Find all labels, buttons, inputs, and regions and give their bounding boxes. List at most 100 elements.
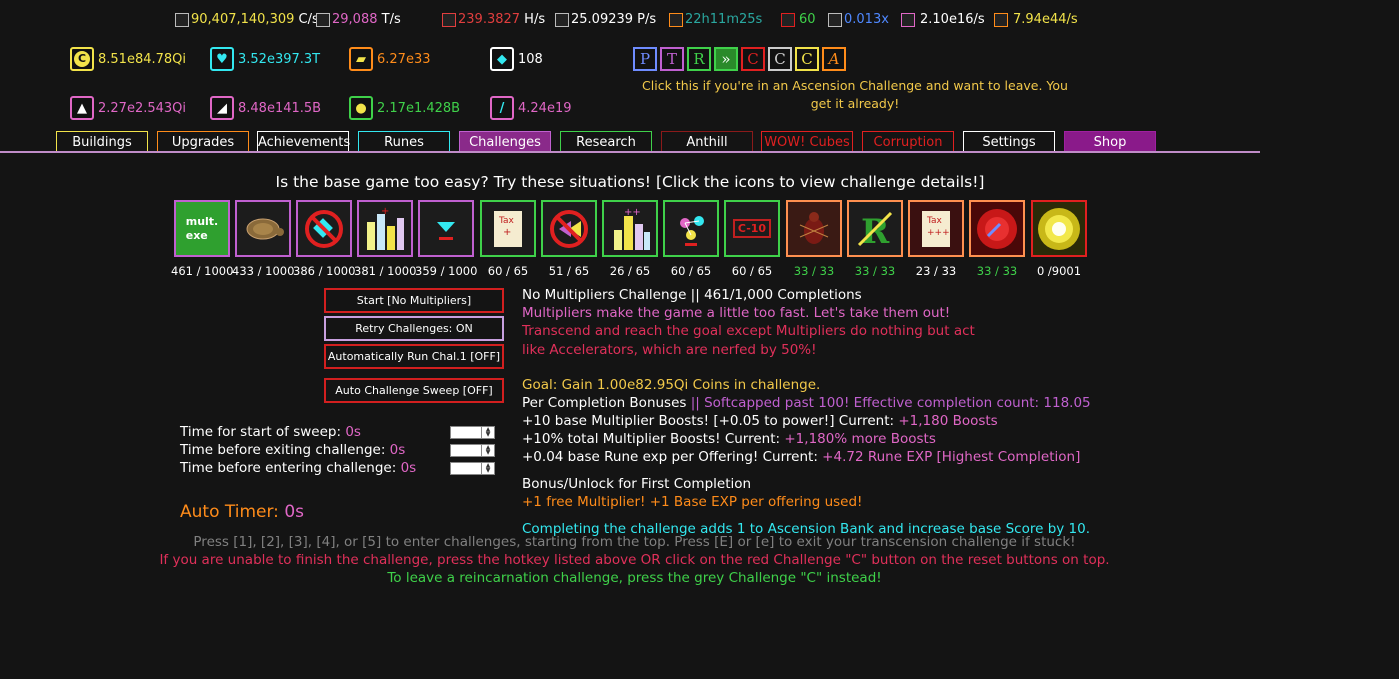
challenge-9-count: 60 / 65: [670, 264, 712, 278]
hypercube-rate-value: 239.3827: [458, 12, 521, 27]
challenge-2-button[interactable]: [235, 200, 291, 257]
start-challenge-button[interactable]: Start [No Multipliers]: [324, 288, 504, 313]
bonus-3-label: +0.04 base Rune exp per Offering! Curren…: [522, 449, 823, 465]
prestige-reset-button[interactable]: P: [633, 47, 657, 71]
particle-icon: ◆: [490, 47, 514, 71]
offering-icon: ▲: [70, 96, 94, 120]
city-plus-icon: ++: [614, 207, 650, 250]
ascension-shards-value: 2.17e1.428B: [377, 100, 461, 116]
bonus-2-label: +10% total Multiplier Boosts! Current:: [522, 431, 785, 447]
challenge-11-button[interactable]: [786, 200, 842, 257]
no-accelerator-icon: [550, 209, 588, 248]
obtainium-icon: ◢: [210, 96, 234, 120]
tab-runes[interactable]: Runes: [358, 131, 450, 151]
tab-buildings[interactable]: Buildings: [56, 131, 148, 151]
coins: C 8.51e84.78Qi: [70, 47, 186, 71]
challenge-4-button[interactable]: +: [357, 200, 413, 257]
tab-divider: [0, 151, 1260, 153]
challenge-3-button[interactable]: [296, 200, 352, 257]
reincarnation-challenge-exit-button[interactable]: C: [768, 47, 792, 71]
challenge-6-count: 60 / 65: [487, 264, 529, 278]
offerings: ▲ 2.27e2.543Qi: [70, 96, 186, 120]
molecule-icon: [680, 215, 704, 246]
challenge-13-button[interactable]: Tax +++: [908, 200, 964, 257]
challenge-9-button[interactable]: [663, 200, 719, 257]
ascension-timer-icon: [669, 12, 683, 27]
transcend-challenge-exit-button[interactable]: C: [741, 47, 765, 71]
diamond-minus-icon: [437, 221, 455, 240]
spinner-icon[interactable]: ▲ ▼: [481, 463, 494, 474]
challenge-6-button[interactable]: Tax +: [480, 200, 536, 257]
tab-settings[interactable]: Settings: [963, 131, 1055, 151]
challenge-14-button[interactable]: [969, 200, 1025, 257]
tab-upgrades[interactable]: Upgrades: [157, 131, 249, 151]
unable-hint: If you are unable to finish the challeng…: [159, 552, 1110, 568]
retry-challenges-toggle[interactable]: Retry Challenges: ON: [324, 316, 504, 341]
details-goal: Goal: Gain 1.00e82.95Qi Coins in challen…: [522, 377, 821, 393]
spinner-icon[interactable]: ▲ ▼: [481, 445, 494, 456]
platonic-rate-unit: P/s: [637, 12, 657, 27]
challenge-12-button[interactable]: R: [847, 200, 903, 257]
first-completion-title: Bonus/Unlock for First Completion: [522, 476, 752, 492]
tab-shop[interactable]: Shop: [1064, 131, 1156, 151]
reincarnation-exit-hint: To leave a reincarnation challenge, pres…: [387, 570, 882, 586]
sweep-start-input[interactable]: ▲ ▼: [450, 426, 495, 439]
ascension-shard-icon: ●: [349, 96, 373, 120]
challenges-heading: Is the base game too easy? Try these sit…: [275, 173, 985, 191]
challenge-7-count: 51 / 65: [548, 264, 590, 278]
challenge-12-count: 33 / 33: [854, 264, 896, 278]
bonus-3-value: +4.72 Rune EXP [Highest Completion]: [822, 449, 1081, 465]
tab-research[interactable]: Research: [560, 131, 652, 151]
platonic-rate: 25.09239 P/s: [555, 12, 656, 27]
diamonds: ♥ 3.52e397.3T: [210, 47, 320, 71]
challenge-10-button[interactable]: C-10: [724, 200, 780, 257]
speed: 0.013x: [828, 12, 889, 27]
tab-anthill[interactable]: Anthill: [661, 131, 753, 151]
exit-challenge-input[interactable]: ▲ ▼: [450, 444, 495, 457]
spinner-icon[interactable]: ▲ ▼: [481, 427, 494, 438]
reincarnate-challenge-button[interactable]: »: [714, 47, 738, 71]
challenge-8-button[interactable]: ++: [602, 200, 658, 257]
challenge-14-count: 33 / 33: [976, 264, 1018, 278]
svg-text:+: +: [381, 206, 389, 217]
reincarnate-reset-button[interactable]: R: [687, 47, 711, 71]
challenge-15-button[interactable]: [1031, 200, 1087, 257]
quarks: /4.24e19: [490, 96, 572, 120]
tab-achievements[interactable]: Achievements: [257, 131, 350, 151]
challenge-10-count: 60 / 65: [731, 264, 773, 278]
auto-timer: Auto Timer: 0s: [180, 502, 304, 522]
coin-rate: 90,407,140,309 C/s: [175, 12, 319, 27]
svg-text:Tax: Tax: [498, 216, 515, 226]
tab-corruption[interactable]: Corruption: [862, 131, 954, 151]
mythos-icon: ▰: [349, 47, 373, 71]
transcend-reset-button[interactable]: T: [660, 47, 684, 71]
challenge-5-button[interactable]: [418, 200, 474, 257]
challenge-1-button[interactable]: mult. exe: [174, 200, 230, 257]
tax-plus-icon: Tax +++: [922, 210, 950, 247]
wand-value: 2.10e16/s: [920, 12, 985, 27]
quarks-value: 4.24e19: [518, 100, 572, 116]
auto-run-challenge-toggle[interactable]: Automatically Run Chal.1 [OFF]: [324, 344, 504, 369]
red-orb-icon: [977, 208, 1017, 249]
details-desc-3: like Accelerators, which are nerfed by 5…: [522, 342, 817, 358]
auto-challenge-sweep-toggle[interactable]: Auto Challenge Sweep [OFF]: [324, 378, 504, 403]
ascension-challenge-exit-button[interactable]: C: [795, 47, 819, 71]
mythos-value: 6.27e33: [377, 51, 431, 67]
details-bonus-1: +10 base Multiplier Boosts! [+0.05 to po…: [522, 413, 998, 429]
tab-challenges[interactable]: Challenges: [459, 131, 551, 151]
reset-buttons: P T R » C C C A: [633, 47, 846, 71]
challenge-7-button[interactable]: [541, 200, 597, 257]
mythos: ▰ 6.27e33: [349, 47, 431, 71]
challenge-5-count: 359 / 1000: [415, 264, 478, 278]
obtainium-value: 8.48e141.5B: [238, 100, 322, 116]
details-desc-2: Transcend and reach the goal except Mult…: [522, 323, 975, 339]
city-icon: +: [367, 206, 404, 250]
ant-icon: [799, 211, 829, 244]
ascension-exit-hint: Click this if you're in an Ascension Cha…: [642, 78, 1068, 111]
enter-challenge-input[interactable]: ▲ ▼: [450, 462, 495, 475]
enter-challenge-label: Time before entering challenge:: [180, 460, 401, 476]
challenge-3-count: 386 / 1000: [293, 264, 356, 278]
tab-wow-cubes[interactable]: WOW! Cubes: [761, 131, 853, 151]
ascend-reset-button[interactable]: A: [822, 47, 846, 71]
challenge-2-count: 433 / 1000: [232, 264, 295, 278]
